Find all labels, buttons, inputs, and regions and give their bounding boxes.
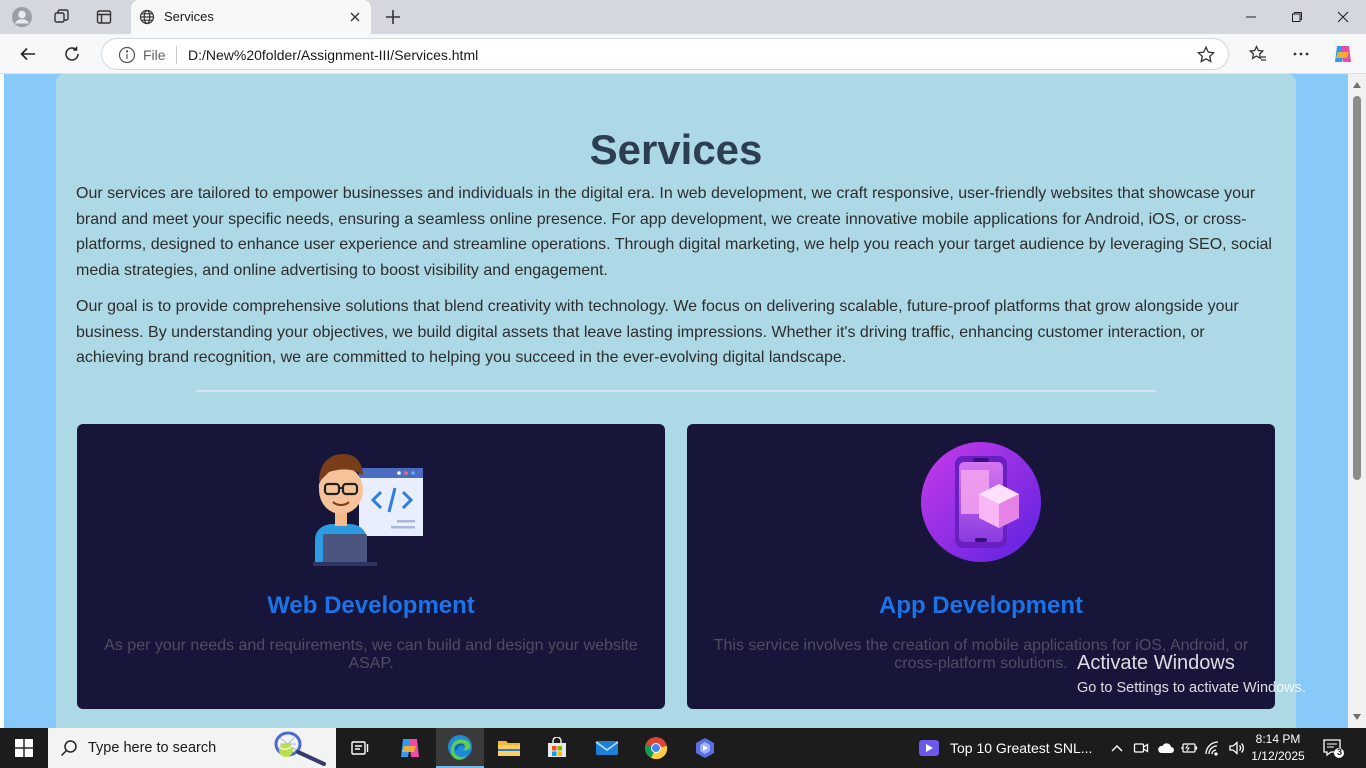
watermark-subtitle: Go to Settings to activate Windows. <box>1077 680 1306 696</box>
back-button[interactable] <box>14 40 42 68</box>
volume-icon[interactable] <box>1228 739 1246 757</box>
new-tab-icon[interactable] <box>381 5 405 29</box>
start-button[interactable] <box>0 728 48 768</box>
notification-center-icon[interactable]: 3 <box>1322 737 1344 759</box>
scroll-thumb[interactable] <box>1353 96 1361 480</box>
task-view-button[interactable] <box>336 728 384 768</box>
battery-icon[interactable] <box>1180 739 1198 757</box>
minimize-button[interactable] <box>1228 0 1274 34</box>
browser-toolbar: File D:/New%20folder/Assignment-III/Serv… <box>0 34 1366 74</box>
page-background: Services Our services are tailored to em… <box>4 74 1348 728</box>
search-placeholder: Type here to search <box>88 740 217 756</box>
mobile-app-illustration-icon <box>921 442 1041 562</box>
close-tab-icon[interactable] <box>347 9 363 25</box>
globe-icon <box>139 9 155 25</box>
news-headline: Top 10 Greatest SNL... <box>950 740 1093 756</box>
close-window-button[interactable] <box>1320 0 1366 34</box>
onedrive-cloud-icon[interactable] <box>1156 739 1174 757</box>
address-scheme: File <box>143 47 166 63</box>
activate-windows-watermark: Activate Windows Go to Settings to activ… <box>1077 652 1306 696</box>
show-hidden-icons-chevron-icon[interactable] <box>1108 739 1126 757</box>
wifi-icon[interactable] <box>1204 739 1222 757</box>
page-viewport: Services Our services are tailored to em… <box>0 74 1366 728</box>
favorites-button[interactable] <box>1244 40 1272 68</box>
address-bar[interactable]: File D:/New%20folder/Assignment-III/Serv… <box>101 38 1229 70</box>
taskbar-search-box[interactable]: Type here to search <box>48 728 336 768</box>
favorite-star-icon[interactable] <box>1196 45 1216 65</box>
restore-button[interactable] <box>1274 0 1320 34</box>
notification-count: 3 <box>1336 747 1342 757</box>
card-title: App Development <box>878 592 1084 619</box>
more-options-button[interactable] <box>1287 40 1315 68</box>
page-title: Services <box>589 126 763 173</box>
video-play-icon <box>919 740 939 756</box>
windows-taskbar: Type here to search Top 10 Greatest SNL.… <box>0 728 1366 768</box>
scroll-down-arrow-icon[interactable] <box>1353 714 1361 720</box>
refresh-button[interactable] <box>58 40 86 68</box>
meet-now-icon[interactable] <box>1132 739 1150 757</box>
watermark-title: Activate Windows <box>1077 652 1235 674</box>
search-icon <box>60 740 77 757</box>
browser-tab-bar: Services <box>0 0 1366 34</box>
clock-time: 8:14 PM <box>1255 732 1301 746</box>
page-scrollbar[interactable] <box>1348 74 1366 728</box>
taskbar-file-explorer-app[interactable] <box>485 728 533 768</box>
services-container: Services Our services are tailored to em… <box>56 74 1296 728</box>
developer-illustration-icon <box>313 454 423 566</box>
profile-icon[interactable] <box>10 5 34 29</box>
card-description: As per your needs and requirements, we c… <box>104 637 638 672</box>
taskbar-store-app[interactable] <box>533 728 581 768</box>
workspaces-icon[interactable] <box>50 5 74 29</box>
card-title: Web Development <box>267 592 475 619</box>
clock-date: 1/12/2025 <box>1251 749 1305 763</box>
intro-paragraph: Our services are tailored to empower bus… <box>76 185 1272 279</box>
taskbar-copilot-app[interactable] <box>386 728 434 768</box>
tab-title: Services <box>164 9 214 24</box>
vertical-tabs-icon[interactable] <box>92 5 116 29</box>
taskbar-power-automate-app[interactable] <box>681 728 729 768</box>
taskbar-news-widget[interactable]: Top 10 Greatest SNL... <box>918 728 1092 768</box>
taskbar-mail-app[interactable] <box>583 728 631 768</box>
system-clock[interactable]: 8:14 PM 1/12/2025 <box>1248 731 1308 765</box>
tab-services[interactable]: Services <box>131 0 371 34</box>
address-url[interactable]: D:/New%20folder/Assignment-III/Services.… <box>188 47 478 63</box>
section-divider <box>196 390 1156 392</box>
scroll-up-arrow-icon[interactable] <box>1353 82 1361 88</box>
windows-logo-icon <box>15 739 33 757</box>
goal-paragraph: Our goal is to provide comprehensive sol… <box>76 298 1239 366</box>
taskbar-edge-app[interactable] <box>436 728 484 768</box>
address-separator <box>176 46 177 64</box>
taskbar-chrome-app[interactable] <box>632 728 680 768</box>
copilot-button[interactable] <box>1329 40 1357 68</box>
tennis-racket-icon <box>274 731 326 766</box>
service-card-web-development: Web Development As per your needs and re… <box>77 424 665 709</box>
site-info-icon[interactable] <box>118 46 136 64</box>
